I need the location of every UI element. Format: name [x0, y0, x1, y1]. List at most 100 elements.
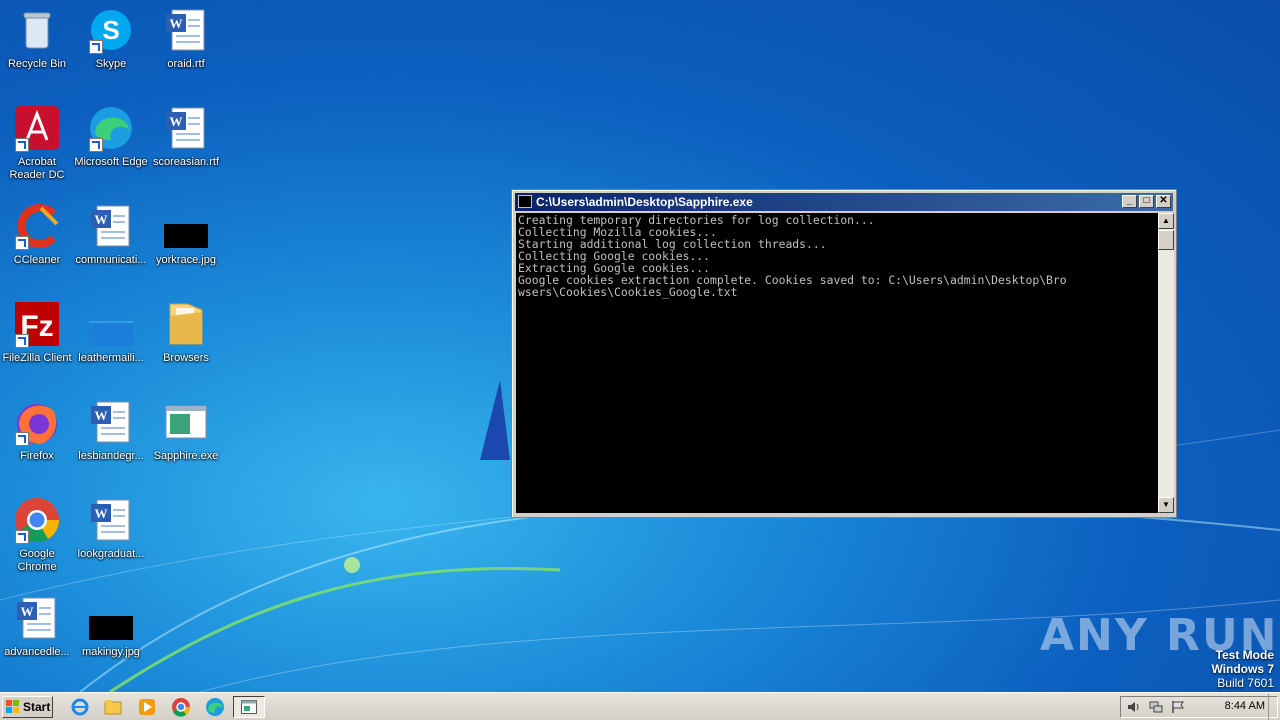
- image-thumbnail-icon: [87, 594, 135, 642]
- volume-icon[interactable]: [1127, 700, 1141, 714]
- build-line: Build 7601: [1217, 676, 1274, 690]
- recycle-bin-icon: [13, 6, 61, 54]
- image-thumbnail-icon: [162, 202, 210, 250]
- network-icon[interactable]: [1149, 700, 1163, 714]
- desktop-icon-label: advancedle...: [4, 646, 70, 658]
- desktop-icon-label: Browsers: [163, 352, 209, 364]
- console-window[interactable]: C:\Users\admin\Desktop\Sapphire.exe _ □ …: [511, 189, 1177, 518]
- show-desktop-button[interactable]: [1268, 694, 1277, 720]
- svg-text:W: W: [170, 114, 183, 129]
- media-player-icon[interactable]: [137, 697, 157, 717]
- desktop-icon-label: Recycle Bin: [7, 58, 67, 70]
- desktop-icon-label: lesbiandegr...: [78, 450, 144, 462]
- desktop-icon-label: Acrobat Reader DC: [9, 156, 65, 181]
- desktop-icon-label: Sapphire.exe: [153, 450, 219, 462]
- word-document-icon: W: [87, 398, 135, 446]
- desktop-icon-recycle-bin[interactable]: Recycle Bin: [0, 6, 74, 71]
- folder-icon: [162, 300, 210, 348]
- taskbar-item-sapphire[interactable]: [233, 696, 265, 718]
- desktop-icon-makingy-jpg[interactable]: makingy.jpg: [74, 594, 148, 659]
- ccleaner-icon: [13, 202, 61, 250]
- edge-icon: [87, 104, 135, 152]
- desktop-icon-advancedle[interactable]: W advancedle...: [0, 594, 74, 659]
- desktop-icon-scoreasian-rtf[interactable]: W scoreasian.rtf: [149, 104, 223, 169]
- desktop-icon-skype[interactable]: S Skype: [74, 6, 148, 71]
- desktop-icon-label: Skype: [95, 58, 127, 70]
- shortcut-arrow-icon: [15, 334, 29, 348]
- desktop-icon-yorkrace-jpg[interactable]: yorkrace.jpg: [149, 202, 223, 267]
- word-document-icon: W: [13, 594, 61, 642]
- desktop-icon-chrome[interactable]: Google Chrome: [0, 496, 74, 574]
- start-button[interactable]: Start: [2, 696, 53, 718]
- desktop-icon-ccleaner[interactable]: CCleaner: [0, 202, 74, 267]
- word-document-icon: W: [162, 6, 210, 54]
- console-window-icon: [241, 700, 257, 714]
- desktop-icon-label: Firefox: [20, 450, 54, 462]
- console-output[interactable]: Creating temporary directories for log c…: [516, 213, 1158, 513]
- svg-text:W: W: [21, 604, 34, 619]
- console-titlebar[interactable]: C:\Users\admin\Desktop\Sapphire.exe _ □ …: [515, 193, 1173, 211]
- desktop-icon-lesbiandegr[interactable]: W lesbiandegr...: [74, 398, 148, 463]
- image-thumbnail-icon: [87, 300, 135, 348]
- svg-text:W: W: [170, 16, 183, 31]
- shortcut-arrow-icon: [15, 236, 29, 250]
- shortcut-arrow-icon: [15, 530, 29, 544]
- scroll-up-button[interactable]: ▲: [1158, 213, 1174, 229]
- desktop-icon-label: Google Chrome: [17, 548, 57, 573]
- desktop-icon-firefox[interactable]: Firefox: [0, 398, 74, 463]
- desktop-icon-label: CCleaner: [13, 254, 61, 266]
- desktop-icon-sapphire-exe[interactable]: Sapphire.exe: [149, 398, 223, 463]
- desktop-icon-label: FileZilla Client: [2, 352, 72, 364]
- vertical-scrollbar[interactable]: ▲ ▼: [1158, 213, 1174, 513]
- desktop-icon-lookgraduat[interactable]: W lookgraduat...: [74, 496, 148, 561]
- console-title: C:\Users\admin\Desktop\Sapphire.exe: [536, 195, 753, 209]
- edge-taskbar-icon[interactable]: [205, 697, 225, 717]
- svg-text:W: W: [95, 212, 108, 227]
- console-app-icon: [518, 195, 532, 208]
- desktop-icon-filezilla[interactable]: Fz FileZilla Client: [0, 300, 74, 365]
- taskbar: Start 8:44 AM: [0, 692, 1280, 720]
- filezilla-icon: Fz: [13, 300, 61, 348]
- desktop-icon-leathermaili[interactable]: leathermaili...: [74, 300, 148, 365]
- svg-text:W: W: [95, 408, 108, 423]
- desktop-icon-oraid-rtf[interactable]: W oraid.rtf: [149, 6, 223, 71]
- word-document-icon: W: [87, 202, 135, 250]
- chrome-icon: [13, 496, 61, 544]
- desktop-icon-label: oraid.rtf: [167, 58, 205, 70]
- test-mode-line: Test Mode: [1215, 648, 1274, 662]
- internet-explorer-icon[interactable]: [70, 697, 90, 717]
- skype-icon: S: [87, 6, 135, 54]
- close-button[interactable]: ✕: [1156, 195, 1171, 208]
- desktop-icon-label: makingy.jpg: [82, 646, 140, 658]
- desktop-icon-label: lookgraduat...: [77, 548, 145, 560]
- taskbar-clock[interactable]: 8:44 AM: [1225, 700, 1265, 712]
- minimize-button[interactable]: _: [1122, 195, 1137, 208]
- windows-logo-icon: [6, 700, 19, 713]
- scroll-thumb[interactable]: [1158, 230, 1174, 250]
- maximize-button[interactable]: □: [1139, 195, 1154, 208]
- shortcut-arrow-icon: [15, 138, 29, 152]
- desktop-icon-communicati[interactable]: W communicati...: [74, 202, 148, 267]
- desktop-icon-label: communicati...: [75, 254, 147, 266]
- file-explorer-icon[interactable]: [103, 697, 123, 717]
- action-center-flag-icon[interactable]: [1171, 700, 1185, 714]
- desktop-icon-edge[interactable]: Microsoft Edge: [74, 104, 148, 169]
- start-label: Start: [23, 700, 51, 714]
- firefox-icon: [13, 398, 61, 446]
- desktop-icon-browsers-folder[interactable]: Browsers: [149, 300, 223, 365]
- desktop-icon-label: leathermaili...: [78, 352, 144, 364]
- chrome-taskbar-icon[interactable]: [171, 697, 191, 717]
- acrobat-icon: [13, 104, 61, 152]
- shortcut-arrow-icon: [89, 40, 103, 54]
- os-name-line: Windows 7: [1211, 662, 1274, 676]
- console-line: wsers\Cookies\Cookies_Google.txt: [518, 285, 738, 299]
- test-mode-notice: Test Mode Windows 7 Build 7601: [1211, 648, 1274, 690]
- desktop-icon-acrobat[interactable]: Acrobat Reader DC: [0, 104, 74, 182]
- executable-window-icon: [162, 398, 210, 446]
- word-document-icon: W: [162, 104, 210, 152]
- system-tray: 8:44 AM: [1120, 694, 1278, 720]
- svg-text:W: W: [95, 506, 108, 521]
- shortcut-arrow-icon: [15, 432, 29, 446]
- svg-text:S: S: [102, 15, 119, 45]
- scroll-down-button[interactable]: ▼: [1158, 497, 1174, 513]
